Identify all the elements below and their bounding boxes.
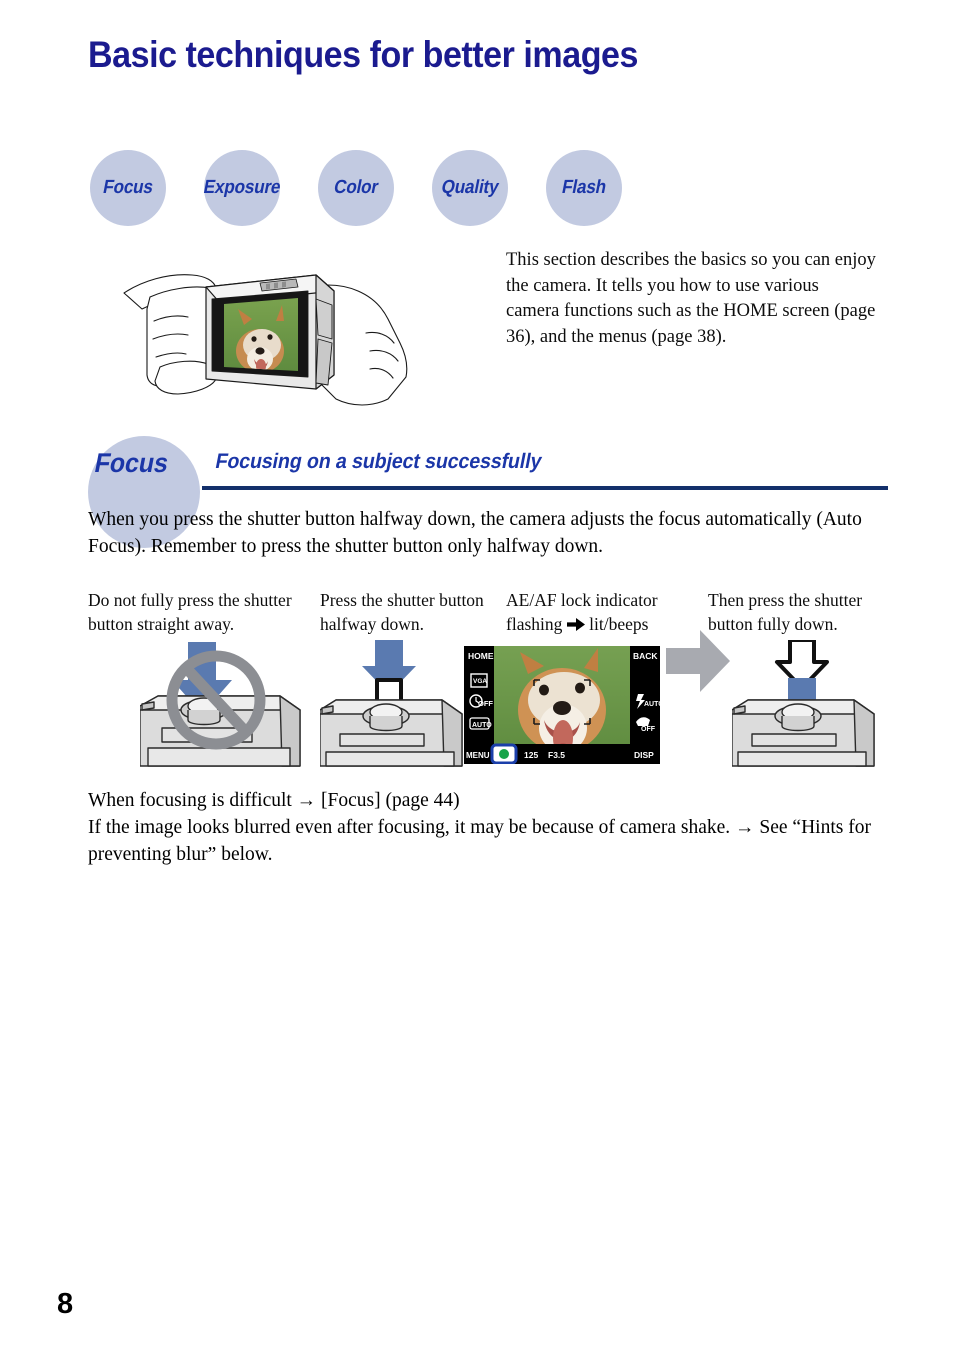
- badge-label: Color: [332, 177, 381, 198]
- focus-notes: When focusing is difficult → [Focus] (pa…: [88, 787, 888, 868]
- step-caption-2: Press the shutter button halfway down.: [320, 590, 484, 634]
- step-caption-3-after: lit/beeps: [589, 614, 649, 634]
- badge-label: Quality: [439, 177, 501, 198]
- note-line-1: When focusing is difficult → [Focus] (pa…: [88, 790, 460, 811]
- section-badge-label: Focus: [92, 448, 172, 478]
- camera-shutter-prohibited-figure: [139, 640, 310, 770]
- badge-label: Focus: [101, 177, 155, 198]
- badge-label: Flash: [560, 177, 609, 198]
- svg-text:OFF: OFF: [478, 699, 493, 708]
- section-divider-rule: [202, 486, 888, 490]
- camera-shutter-halfway-figure: [319, 640, 470, 770]
- hands-holding-camera-illustration: [120, 247, 420, 412]
- lcd-menu-label: MENU: [466, 751, 490, 760]
- step-caption-1: Do not fully press the shutter button st…: [88, 590, 292, 634]
- category-badge-focus: Focus: [90, 150, 166, 226]
- camera-shutter-full-figure: [731, 638, 882, 770]
- step-panels: Do not fully press the shutter button st…: [88, 588, 888, 773]
- svg-text:VGA: VGA: [473, 678, 487, 685]
- right-arrow-separator-icon: [666, 630, 730, 692]
- focus-paragraph: When you press the shutter button halfwa…: [88, 509, 862, 557]
- lcd-shutter-speed: 125: [524, 750, 538, 760]
- section-title: Focusing on a subject successfully: [213, 450, 544, 473]
- lcd-disp-label: DISP: [634, 750, 654, 760]
- right-arrow-icon: [566, 613, 585, 637]
- svg-text:AUTO: AUTO: [644, 701, 660, 708]
- lcd-home-label: HOME: [468, 651, 494, 661]
- step-caption-3-line1: AE/AF lock indicator: [506, 590, 658, 610]
- intro-paragraph: This section describes the basics so you…: [506, 250, 876, 347]
- svg-text:OFF: OFF: [641, 726, 656, 733]
- lcd-screen-figure: HOME BACK VGA OFF AUTO AUT OFF MENU 125 …: [464, 646, 664, 765]
- focus-section-header: Focus Focusing on a subject successfully: [88, 436, 888, 548]
- page-title: Basic techniques for better images: [88, 34, 638, 75]
- category-badge-row: Focus Exposure Color Quality Flash: [90, 150, 670, 228]
- category-badge-color: Color: [318, 150, 394, 226]
- badge-label: Exposure: [201, 177, 283, 198]
- svg-text:AUTO: AUTO: [472, 722, 492, 729]
- page-number: 8: [57, 1288, 74, 1320]
- step-caption-3-before: flashing: [506, 614, 563, 634]
- lcd-aperture: F3.5: [548, 750, 565, 760]
- step-caption-4: Then press the shutter button fully down…: [708, 590, 863, 634]
- category-badge-flash: Flash: [546, 150, 622, 226]
- ae-af-lock-indicator: [490, 743, 518, 765]
- lcd-back-label: BACK: [633, 651, 658, 661]
- category-badge-quality: Quality: [432, 150, 508, 226]
- category-badge-exposure: Exposure: [201, 150, 283, 226]
- note-line-2: If the image looks blurred even after fo…: [88, 817, 871, 865]
